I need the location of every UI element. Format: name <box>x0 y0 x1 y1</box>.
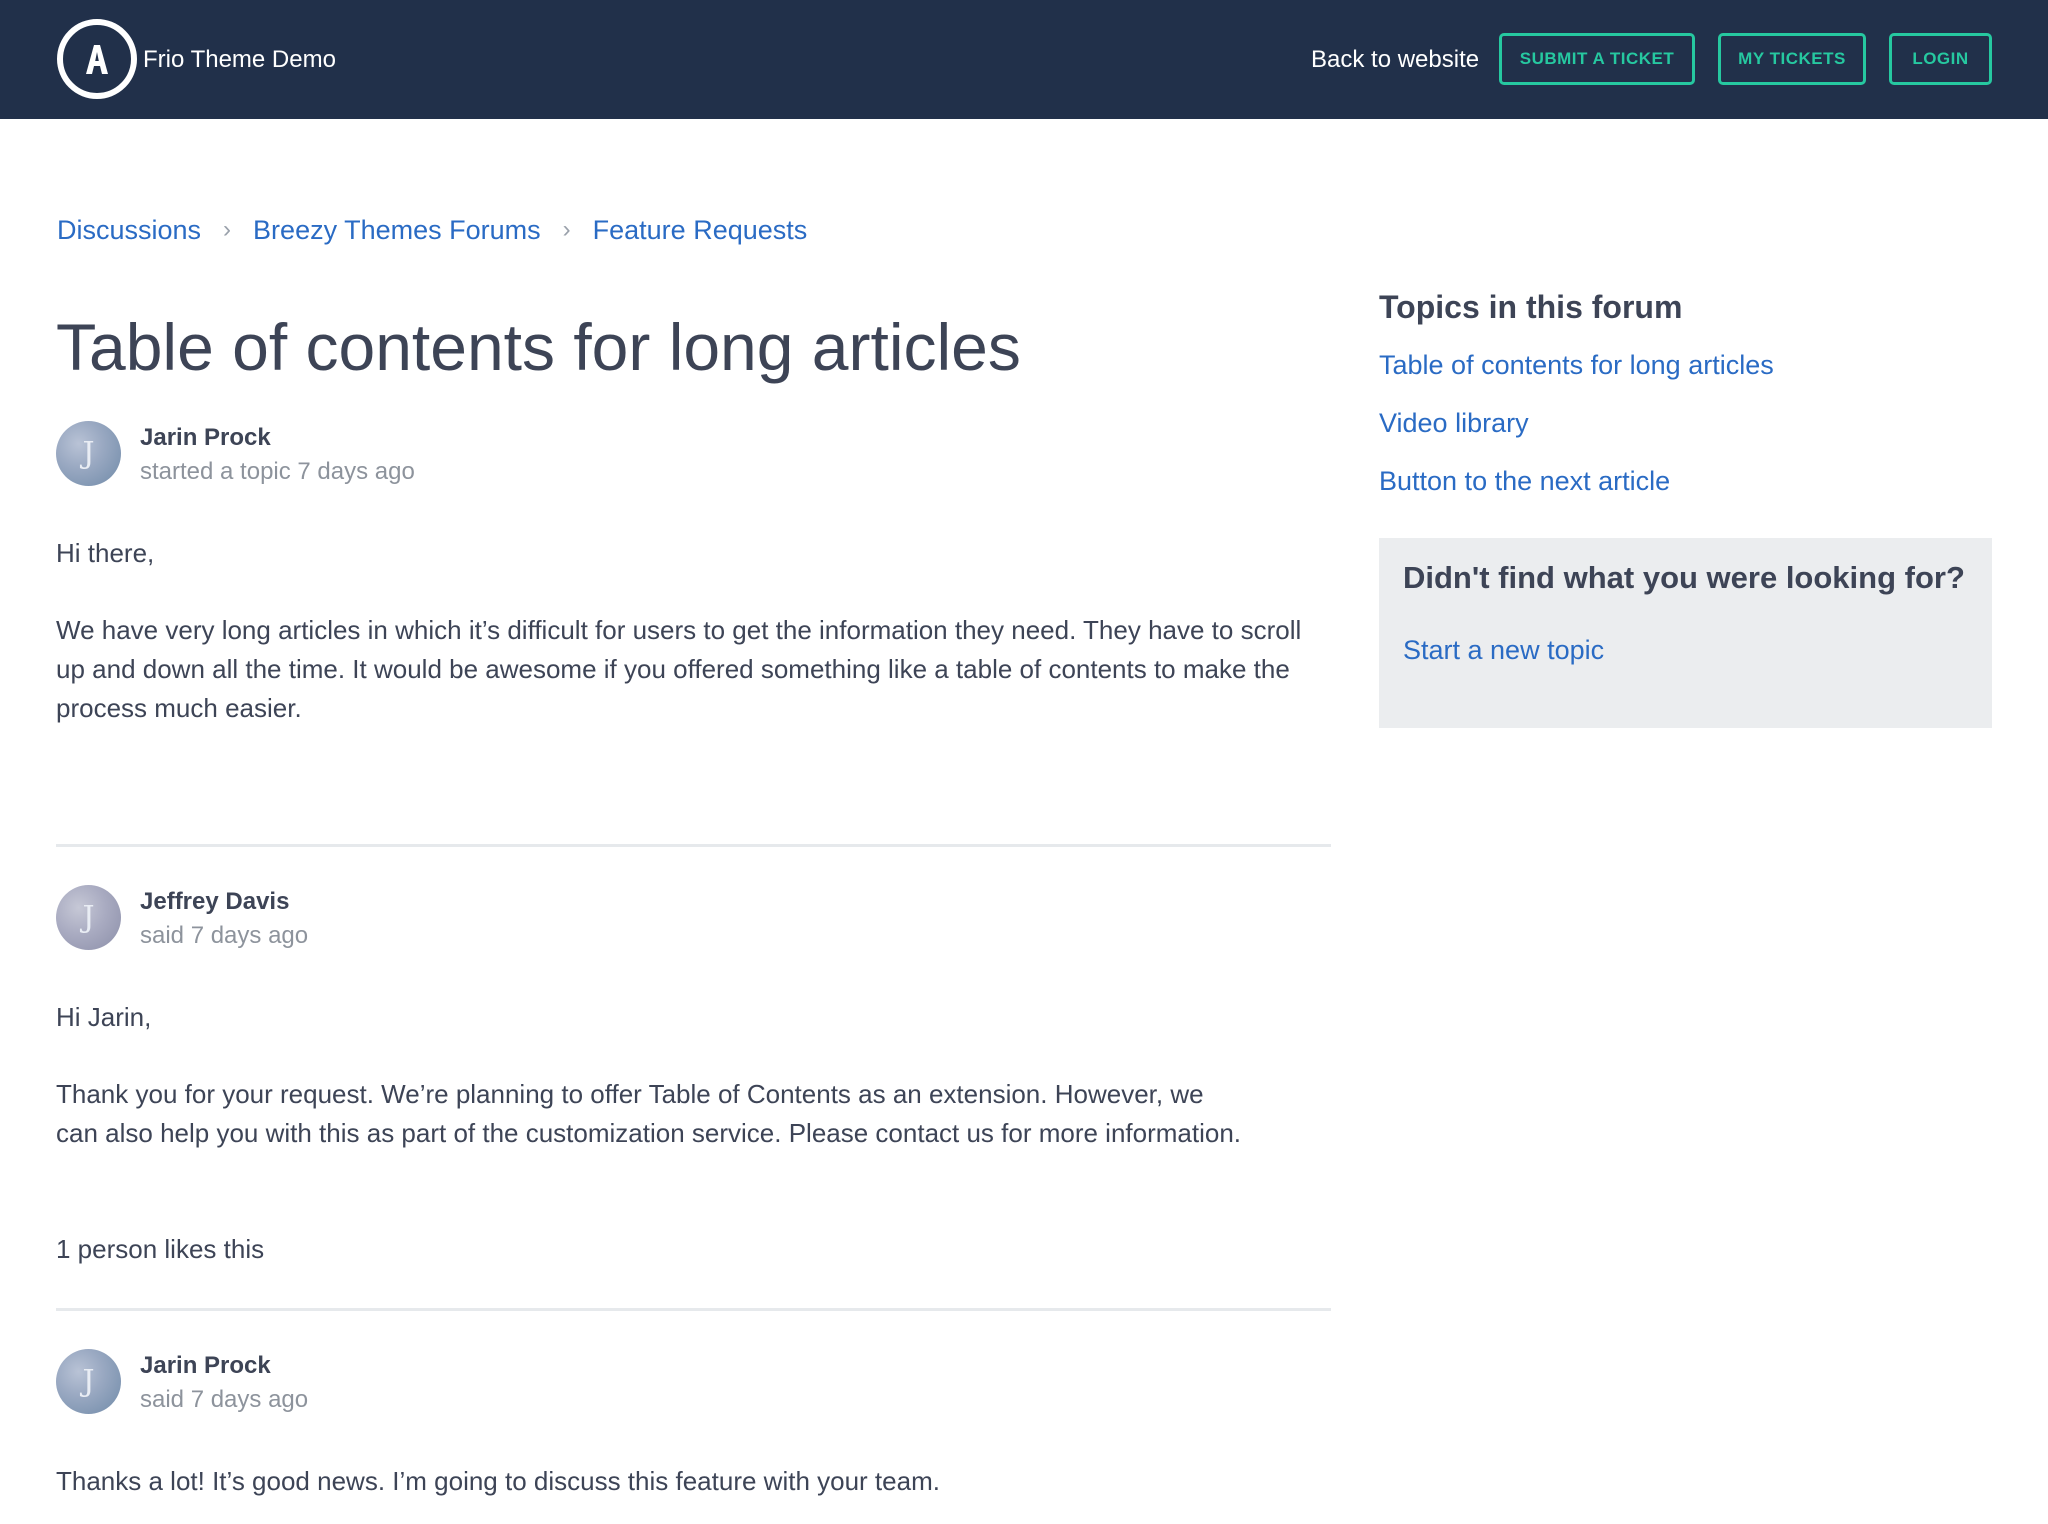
post-author[interactable]: Jeffrey Davis <box>140 887 289 917</box>
my-tickets-button[interactable]: MY TICKETS <box>1718 33 1866 85</box>
post-likes[interactable]: 1 person likes this <box>56 1230 656 1269</box>
page-title: Table of contents for long articles <box>56 310 1021 384</box>
help-box: Didn't find what you were looking for? S… <box>1379 538 1992 728</box>
help-box-title: Didn't find what you were looking for? <box>1403 560 1965 595</box>
post-author[interactable]: Jarin Prock <box>140 1351 271 1381</box>
logo[interactable] <box>57 19 137 99</box>
avatar-letter: J <box>82 436 95 471</box>
sidebar-title: Topics in this forum <box>1379 289 1683 325</box>
post-divider <box>56 1308 1331 1311</box>
chevron-right-icon: › <box>562 216 571 243</box>
post-meta: said 7 days ago <box>140 922 309 949</box>
post-paragraph: Thank you for your request. We’re planni… <box>56 1079 1242 1148</box>
breadcrumb-item-feature-requests[interactable]: Feature Requests <box>593 215 808 246</box>
login-button[interactable]: LOGIN <box>1889 33 1992 85</box>
breadcrumb-item-discussions[interactable]: Discussions <box>57 215 201 246</box>
back-to-website-link[interactable]: Back to website <box>1311 45 1479 75</box>
post-paragraph: Thanks a lot! It’s good news. I’m going … <box>56 1466 940 1496</box>
avatar[interactable]: J <box>56 885 121 950</box>
post-meta: started a topic 7 days ago <box>140 458 415 485</box>
breadcrumb: Discussions › Breezy Themes Forums › Fea… <box>57 210 807 250</box>
avatar[interactable]: J <box>56 1349 121 1414</box>
chevron-right-icon: › <box>223 216 232 243</box>
avatar[interactable]: J <box>56 421 121 486</box>
post-paragraph: We have very long articles in which it’s… <box>56 615 1302 723</box>
submit-ticket-button[interactable]: SUBMIT A TICKET <box>1499 33 1695 85</box>
avatar-letter: J <box>82 1364 95 1399</box>
brand-name[interactable]: Frio Theme Demo <box>143 45 336 75</box>
sidebar-topic-link[interactable]: Video library <box>1379 406 1529 440</box>
breadcrumb-item-breezy-themes-forums[interactable]: Breezy Themes Forums <box>253 215 541 246</box>
avatar-letter: J <box>82 900 95 935</box>
post-meta: said 7 days ago <box>140 1386 309 1413</box>
start-new-topic-link[interactable]: Start a new topic <box>1403 633 1604 667</box>
post-divider <box>56 844 1331 847</box>
letter-a-circle-logo-icon <box>86 45 108 74</box>
top-navigation-bar: Frio Theme Demo Back to website SUBMIT A… <box>0 0 2048 119</box>
post-paragraph: Hi Jarin, <box>56 1002 152 1032</box>
sidebar-topic-link[interactable]: Button to the next article <box>1379 464 1670 498</box>
post-paragraph: Hi there, <box>56 538 155 568</box>
sidebar-topic-link[interactable]: Table of contents for long articles <box>1379 348 1774 382</box>
post-author[interactable]: Jarin Prock <box>140 423 271 453</box>
